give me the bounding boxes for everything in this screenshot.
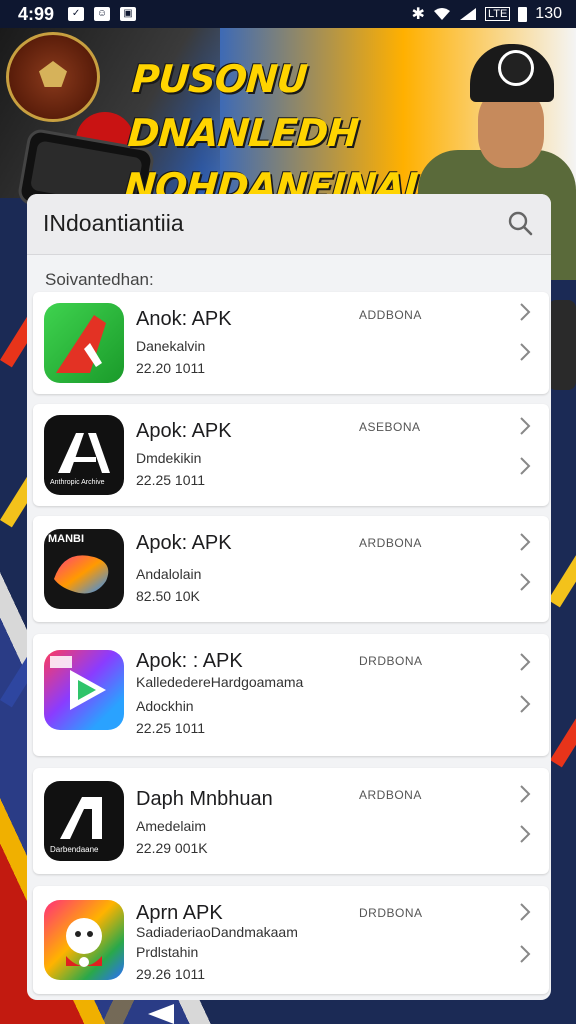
notification-icon: ▣ xyxy=(120,7,137,21)
list-item[interactable]: Darbendaane Daph Mnbhuan ARDBONA Amedela… xyxy=(33,768,549,874)
item-subtitle: Amedelaim xyxy=(136,818,207,834)
app-icon: MANBI xyxy=(44,529,124,609)
search-results-panel: INdoantiantiia Soivantedhan: Anok: APK A… xyxy=(27,194,551,1000)
item-title: Daph Mnbhuan xyxy=(136,788,273,810)
notification-icon: ☺ xyxy=(94,7,111,21)
list-item[interactable]: Apok: : APK DRDBONA KallededereHardgoama… xyxy=(33,634,549,756)
item-tag: DRDBONA xyxy=(359,654,423,668)
item-meta: 22.29 001K xyxy=(136,840,208,856)
headline-line-1: PUSONU DNANLEDH xyxy=(126,57,360,155)
chevron-right-icon[interactable] xyxy=(519,302,531,322)
mascot-icon xyxy=(66,918,102,967)
item-meta: 22.20 1011 xyxy=(136,360,206,376)
chevron-right-icon[interactable] xyxy=(519,944,531,964)
item-tag: DRDBONA xyxy=(359,906,423,920)
chevron-right-icon[interactable] xyxy=(519,456,531,476)
item-subtitle: SadiaderiaoDandmakaam xyxy=(136,924,298,940)
battery-icon xyxy=(518,6,528,22)
play-icon xyxy=(50,656,106,710)
item-tag: ADDBONA xyxy=(359,308,422,322)
status-indicators: ✱ LTE 130 xyxy=(412,4,562,24)
item-subtitle: Dmdekikin xyxy=(136,450,202,466)
signal-icon xyxy=(459,8,476,20)
app-icon xyxy=(44,900,124,980)
list-item[interactable]: Aprn APK DRDBONA SadiaderiaoDandmakaam P… xyxy=(33,886,549,994)
chevron-right-icon[interactable] xyxy=(519,902,531,922)
item-meta: 22.25 1011 xyxy=(136,472,206,488)
item-tag: ASEBONA xyxy=(359,420,421,434)
app-icon xyxy=(44,303,124,383)
item-meta: 22.25 1011 xyxy=(136,720,206,736)
app-icon-caption: Anthropic Archive xyxy=(50,479,105,486)
item-title: Apok: : APK xyxy=(136,650,243,672)
chevron-right-icon[interactable] xyxy=(519,784,531,804)
chevron-right-icon[interactable] xyxy=(519,342,531,362)
item-meta-line: Adockhin xyxy=(136,698,194,714)
app-logo-icon xyxy=(56,315,106,373)
section-label: Soivantedhan: xyxy=(45,270,154,289)
app-icon-caption: MANBI xyxy=(48,533,85,545)
search-icon[interactable] xyxy=(507,210,533,236)
item-subtitle: Danekalvin xyxy=(136,338,206,354)
officer-hand xyxy=(548,300,576,390)
chevron-right-icon[interactable] xyxy=(519,824,531,844)
item-tag: ARDBONA xyxy=(359,536,422,550)
battery-level: 130 xyxy=(535,5,562,22)
notification-icons: ✓ ☺ ▣ xyxy=(68,7,137,21)
chevron-right-icon[interactable] xyxy=(519,652,531,672)
chevron-right-icon[interactable] xyxy=(519,694,531,714)
network-label: LTE xyxy=(484,7,511,21)
item-title: Apok: APK xyxy=(136,420,232,442)
back-nav-icon[interactable] xyxy=(148,1004,174,1024)
app-icon xyxy=(44,650,124,730)
item-title: Apok: APK xyxy=(136,532,232,554)
search-input[interactable]: INdoantiantiia xyxy=(43,210,184,237)
item-meta: 82.50 10K xyxy=(136,588,200,604)
item-meta-line: Prdlstahin xyxy=(136,944,199,960)
chevron-right-icon[interactable] xyxy=(519,572,531,592)
app-icon: Darbendaane xyxy=(44,781,124,861)
list-item[interactable]: MANBI Apok: APK ARDBONA Andalolain 82.50… xyxy=(33,516,549,622)
list-item[interactable]: Anok: APK ADDBONA Danekalvin 22.20 1011 xyxy=(33,292,549,394)
item-meta: 29.26 1011 xyxy=(136,966,206,982)
app-icon-caption: Darbendaane xyxy=(50,845,99,854)
item-subtitle: Andalolain xyxy=(136,566,202,582)
status-time: 4:99 xyxy=(18,3,55,24)
hat-badge-icon xyxy=(498,50,534,86)
search-bar[interactable]: INdoantiantiia xyxy=(27,194,551,255)
chevron-right-icon[interactable] xyxy=(519,532,531,552)
bluetooth-icon: ✱ xyxy=(411,6,425,23)
status-bar: 4:99 ✓ ☺ ▣ ✱ LTE 130 xyxy=(0,0,576,28)
app-icon: Anthropic Archive xyxy=(44,415,124,495)
item-title: Anok: APK xyxy=(136,308,232,330)
wifi-icon xyxy=(433,8,450,20)
item-title: Aprn APK xyxy=(136,902,223,924)
chevron-right-icon[interactable] xyxy=(519,416,531,436)
garuda-emblem xyxy=(6,32,100,122)
item-tag: ARDBONA xyxy=(359,788,422,802)
list-item[interactable]: Anthropic Archive Apok: APK ASEBONA Dmde… xyxy=(33,404,549,506)
notification-icon: ✓ xyxy=(68,7,85,21)
item-subtitle: KallededereHardgoamama xyxy=(136,674,304,690)
